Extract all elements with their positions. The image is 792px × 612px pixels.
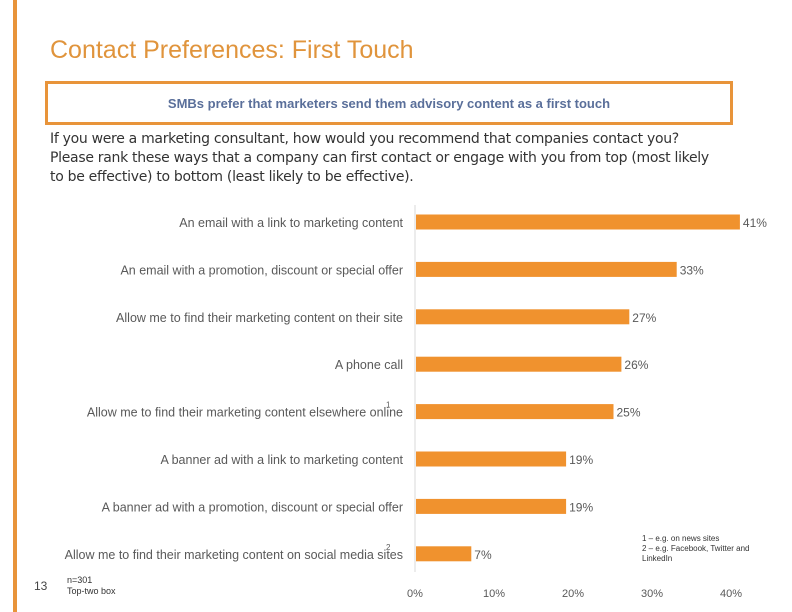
bar (416, 546, 472, 562)
bar (416, 309, 630, 325)
data-label: 7% (474, 548, 492, 562)
data-label: 27% (632, 311, 656, 325)
bar (416, 214, 740, 230)
category-label: A phone call (335, 358, 403, 372)
data-label: 19% (569, 453, 593, 467)
footnote: 1 – e.g. on news sites (642, 534, 720, 543)
category-label: An email with a link to marketing conten… (179, 216, 403, 230)
bar (416, 356, 622, 372)
x-tick-label: 20% (562, 588, 584, 600)
data-label: 26% (624, 358, 648, 372)
page-number: 13 (34, 579, 48, 593)
x-tick-label: 0% (407, 588, 423, 600)
data-label: 41% (743, 216, 767, 230)
bar (416, 451, 567, 467)
category-label: Allow me to find their marketing content… (116, 311, 403, 325)
bar (416, 404, 614, 420)
footnote: 2 – e.g. Facebook, Twitter and LinkedIn (642, 544, 750, 563)
bar (416, 261, 677, 277)
category-label: An email with a promotion, discount or s… (120, 263, 403, 277)
bar (416, 498, 567, 514)
sample-info: n=301 Top-two box (67, 575, 116, 597)
sample-size: n=301 (67, 575, 93, 585)
x-tick-label: 30% (641, 588, 663, 600)
footnotes: 1 – e.g. on news sites 2 – e.g. Facebook… (642, 534, 772, 564)
category-label: Allow me to find their marketing content… (87, 406, 403, 420)
data-label: 33% (680, 263, 704, 277)
footnote-marker: 1 (386, 401, 391, 410)
category-label: A banner ad with a link to marketing con… (160, 453, 403, 467)
bar-chart: An email with a link to marketing conten… (65, 205, 767, 600)
data-label: 25% (617, 406, 641, 420)
x-tick-label: 10% (483, 588, 505, 600)
category-label: A banner ad with a promotion, discount o… (102, 500, 403, 514)
data-label: 19% (569, 500, 593, 514)
category-label: Allow me to find their marketing content… (65, 548, 403, 562)
footnote-marker: 2 (386, 543, 391, 552)
measure: Top-two box (67, 586, 116, 596)
x-tick-label: 40% (720, 588, 742, 600)
